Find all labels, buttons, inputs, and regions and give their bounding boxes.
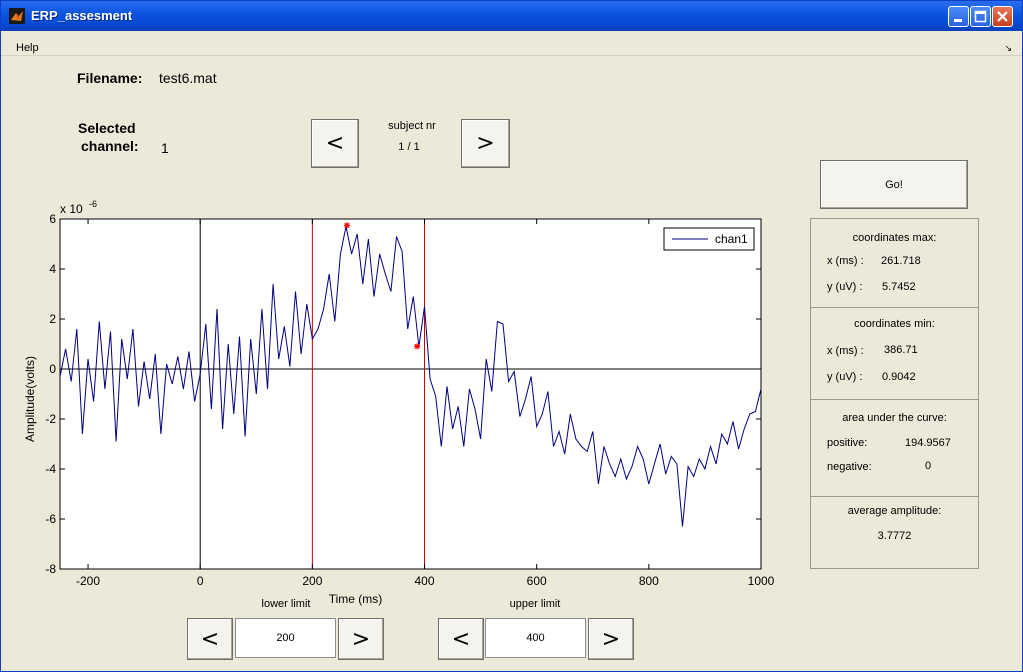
- min-point-marker-star: [414, 343, 421, 350]
- x-tick-label: 600: [527, 574, 547, 588]
- coordinates-max-title: coordinates max:: [852, 232, 937, 244]
- lower-limit-label: lower limit: [261, 598, 311, 610]
- coordinates-max-panel: coordinates max: x (ms) : 261.718 y (uV)…: [810, 218, 979, 308]
- lower-limit-input[interactable]: 200: [235, 618, 336, 658]
- y-tick-label: 4: [49, 262, 56, 276]
- area-negative-label: negative:: [827, 461, 872, 473]
- x-axis-label: Time (ms): [329, 592, 383, 606]
- max-x-label: x (ms) :: [827, 255, 864, 267]
- area-positive-value: 194.9567: [905, 437, 951, 449]
- max-point-marker: [343, 222, 350, 229]
- go-button[interactable]: Go!: [820, 160, 968, 209]
- subject-nr-label: subject nr: [388, 120, 436, 132]
- average-amplitude-value: 3.7772: [877, 530, 912, 542]
- average-amplitude-title: average amplitude:: [847, 505, 942, 517]
- y-tick-label: -2: [45, 412, 56, 426]
- min-x-label: x (ms) :: [827, 345, 864, 357]
- min-x-value: 386.71: [884, 344, 918, 356]
- menu-help[interactable]: Help: [16, 42, 39, 54]
- erp-plot: -200 0 200 400 600 800 1000 6 4 2 0 -2 -4 -6 -8 x 10 -6 T…: [23, 199, 775, 606]
- menu-bar: Help ↘: [1, 31, 1022, 56]
- x-tick-label: 800: [639, 574, 659, 588]
- minimize-button[interactable]: [948, 6, 969, 27]
- lower-limit-prev-button[interactable]: <: [187, 618, 233, 660]
- upper-limit-label: upper limit: [509, 598, 561, 610]
- min-y-label: y (uV) :: [827, 371, 863, 383]
- y-exponent-label: x 10: [60, 202, 83, 216]
- menu-corner-icon[interactable]: ↘: [1004, 43, 1012, 54]
- max-y-value: 5.7452: [882, 281, 916, 293]
- matlab-icon: [9, 8, 25, 24]
- coordinates-min-panel: coordinates min: x (ms) : 386.71 y (uV) …: [810, 307, 979, 400]
- y-tick-label: -6: [45, 512, 56, 526]
- x-tick-label: -200: [76, 574, 100, 588]
- lower-limit-next-button[interactable]: >: [338, 618, 384, 660]
- filename-value: test6.mat: [159, 70, 217, 86]
- y-axis-label: Amplitude(volts): [23, 356, 37, 442]
- y-tick-label: -4: [45, 462, 56, 476]
- max-x-value: 261.718: [881, 255, 921, 267]
- legend-label: chan1: [715, 232, 748, 246]
- max-point-marker-star: [343, 222, 350, 229]
- main-window: ERP_assesment Help ↘ Filename: test6.mat…: [0, 0, 1023, 672]
- y-tick-label: -8: [45, 562, 56, 576]
- plot-area: [59, 218, 762, 570]
- subject-prev-button[interactable]: <: [311, 119, 359, 168]
- window-title: ERP_assesment: [31, 8, 133, 23]
- minimize-icon: [954, 19, 962, 22]
- close-button[interactable]: [992, 6, 1013, 27]
- x-tick-label: 1000: [748, 574, 775, 588]
- maximize-icon: [974, 10, 987, 23]
- filename-label: Filename:: [77, 70, 143, 86]
- y-tick-label: 0: [49, 362, 56, 376]
- y-exponent-power: -6: [89, 199, 97, 209]
- maximize-button[interactable]: [970, 6, 991, 27]
- close-icon: [997, 11, 1008, 22]
- min-point-marker: [414, 343, 421, 350]
- min-y-value: 0.9042: [882, 371, 916, 383]
- area-panel: area under the curve: positive: 194.9567…: [810, 399, 979, 497]
- x-tick-label: 200: [302, 574, 322, 588]
- title-bar[interactable]: ERP_assesment: [1, 1, 1022, 31]
- selected-channel-value: 1: [161, 140, 169, 156]
- x-tick-label: 0: [197, 574, 204, 588]
- y-tick-label: 2: [49, 312, 56, 326]
- upper-limit-next-button[interactable]: >: [588, 618, 634, 660]
- upper-limit-prev-button[interactable]: <: [438, 618, 484, 660]
- area-positive-label: positive:: [827, 437, 868, 449]
- average-amplitude-panel: average amplitude: 3.7772: [810, 496, 979, 569]
- subject-next-button[interactable]: >: [461, 119, 510, 168]
- area-title: area under the curve:: [842, 412, 947, 424]
- area-negative-value: 0: [925, 460, 932, 472]
- coordinates-min-title: coordinates min:: [854, 318, 935, 330]
- upper-limit-input[interactable]: 400: [485, 618, 586, 658]
- y-tick-label: 6: [49, 212, 56, 226]
- subject-nr-value: 1 / 1: [398, 141, 420, 153]
- max-y-label: y (uV) :: [827, 281, 863, 293]
- selected-channel-label-1: Selected: [78, 120, 136, 136]
- selected-channel-label-2: channel:: [81, 138, 139, 154]
- x-tick-label: 400: [415, 574, 435, 588]
